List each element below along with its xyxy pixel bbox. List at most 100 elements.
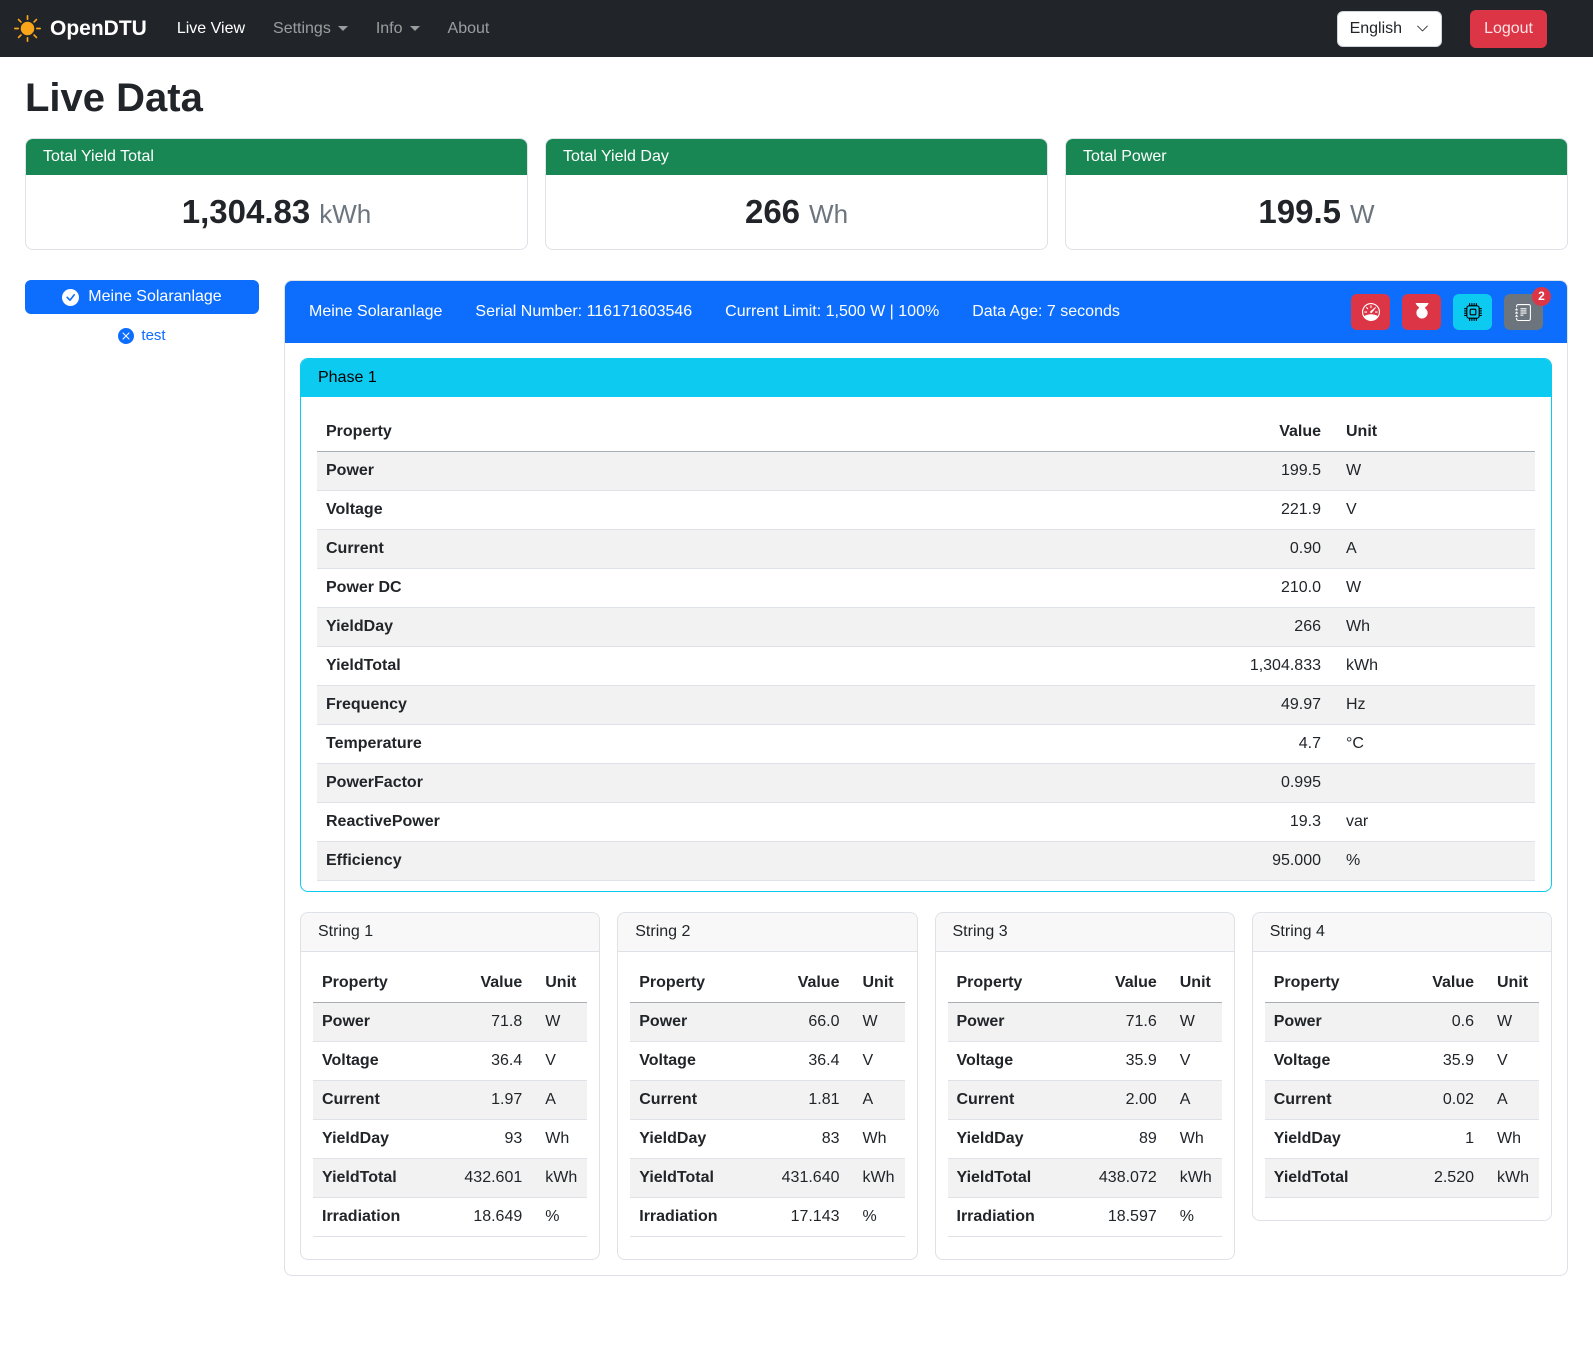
value-cell: 35.9 xyxy=(1070,1042,1166,1081)
inverter-serial: Serial Number: 116171603546 xyxy=(475,303,692,321)
property-cell: Voltage xyxy=(313,1042,435,1081)
brand[interactable]: OpenDTU xyxy=(14,15,147,42)
table-row: YieldDay89Wh xyxy=(948,1120,1222,1159)
unit-cell: V xyxy=(1330,491,1535,530)
unit-cell: A xyxy=(1166,1081,1222,1120)
table-row: YieldTotal438.072kWh xyxy=(948,1159,1222,1198)
property-cell: YieldTotal xyxy=(948,1159,1070,1198)
x-circle-icon xyxy=(118,328,134,344)
nav-live-view[interactable]: Live View xyxy=(163,12,259,46)
value-header: Value xyxy=(1070,964,1166,1003)
value-cell: 18.597 xyxy=(1070,1198,1166,1237)
string-table: Property Value Unit Power71.6W Voltage35… xyxy=(948,964,1222,1237)
card-header: Total Yield Total xyxy=(26,139,527,175)
power-button[interactable] xyxy=(1402,294,1441,330)
table-header-row: Property Value Unit xyxy=(313,964,587,1003)
table-header-row: Property Value Unit xyxy=(948,964,1222,1003)
unit-cell: V xyxy=(531,1042,587,1081)
nav-settings-label: Settings xyxy=(273,20,331,38)
sidebar-item-meine-solaranlage[interactable]: Meine Solaranlage xyxy=(25,280,259,314)
table-row: Temperature4.7°C xyxy=(317,725,1535,764)
value-cell: 89 xyxy=(1070,1120,1166,1159)
property-cell: Frequency xyxy=(317,686,1140,725)
string-card-body: Property Value Unit Power71.6W Voltage35… xyxy=(936,952,1234,1259)
table-row: YieldTotal1,304.833kWh xyxy=(317,647,1535,686)
unit-cell: W xyxy=(1330,569,1535,608)
sun-logo-icon xyxy=(14,15,41,42)
unit-cell: A xyxy=(1483,1081,1539,1120)
sidebar-item-label: Meine Solaranlage xyxy=(88,288,221,306)
unit-header: Unit xyxy=(1483,964,1539,1003)
table-row: ReactivePower19.3var xyxy=(317,803,1535,842)
string-table: Property Value Unit Power66.0W Voltage36… xyxy=(630,964,904,1237)
phase-table: Property Value Unit Power199.5W Voltage2… xyxy=(317,413,1535,881)
event-log-button[interactable]: 2 xyxy=(1504,294,1543,330)
property-cell: Efficiency xyxy=(317,842,1140,881)
unit-cell: % xyxy=(1330,842,1535,881)
sidebar-item-test[interactable]: test xyxy=(25,327,259,344)
value-cell: 36.4 xyxy=(435,1042,531,1081)
inverter-panel: Meine Solaranlage Serial Number: 1161716… xyxy=(284,280,1568,1276)
property-cell: Voltage xyxy=(1265,1042,1398,1081)
table-row: Power66.0W xyxy=(630,1003,904,1042)
unit-header: Unit xyxy=(1166,964,1222,1003)
property-cell: Voltage xyxy=(317,491,1140,530)
unit-header: Unit xyxy=(849,964,905,1003)
total-yield-total-card: Total Yield Total 1,304.83kWh xyxy=(25,138,528,250)
value-cell: 93 xyxy=(435,1120,531,1159)
table-row: YieldDay266Wh xyxy=(317,608,1535,647)
value-cell: 83 xyxy=(752,1120,848,1159)
language-select[interactable]: English xyxy=(1337,11,1442,47)
table-row: Voltage36.4V xyxy=(630,1042,904,1081)
value-cell: 35.9 xyxy=(1397,1042,1483,1081)
unit-cell: Wh xyxy=(1330,608,1535,647)
unit-cell: W xyxy=(1166,1003,1222,1042)
value-cell: 0.90 xyxy=(1140,530,1330,569)
value-cell: 17.143 xyxy=(752,1198,848,1237)
string-card-body: Property Value Unit Power0.6W Voltage35.… xyxy=(1253,952,1551,1220)
value-cell: 2.520 xyxy=(1397,1159,1483,1198)
cpu-icon xyxy=(1464,303,1482,321)
table-row: Efficiency95.000% xyxy=(317,842,1535,881)
string-card-header: String 2 xyxy=(618,913,916,952)
value-cell: 0.995 xyxy=(1140,764,1330,803)
table-row: Voltage36.4V xyxy=(313,1042,587,1081)
value-cell: 71.6 xyxy=(1070,1003,1166,1042)
nav-settings[interactable]: Settings xyxy=(259,12,362,46)
table-row: Power0.6W xyxy=(1265,1003,1539,1042)
string-table: Property Value Unit Power71.8W Voltage36… xyxy=(313,964,587,1237)
property-cell: Voltage xyxy=(630,1042,752,1081)
table-row: Current1.97A xyxy=(313,1081,587,1120)
card-body: 266Wh xyxy=(546,175,1047,249)
table-row: Power199.5W xyxy=(317,452,1535,491)
string-3-card: String 3 Property Value Unit xyxy=(935,912,1235,1260)
property-cell: YieldDay xyxy=(313,1120,435,1159)
value-cell: 266 xyxy=(1140,608,1330,647)
property-cell: Current xyxy=(948,1081,1070,1120)
property-cell: Irradiation xyxy=(630,1198,752,1237)
nav-about[interactable]: About xyxy=(434,12,504,46)
nav-info[interactable]: Info xyxy=(362,12,434,46)
property-cell: Power DC xyxy=(317,569,1140,608)
property-cell: YieldTotal xyxy=(630,1159,752,1198)
table-row: Frequency49.97Hz xyxy=(317,686,1535,725)
unit-cell: W xyxy=(531,1003,587,1042)
table-row: Voltage35.9V xyxy=(948,1042,1222,1081)
table-row: YieldTotal432.601kWh xyxy=(313,1159,587,1198)
unit-cell: V xyxy=(1166,1042,1222,1081)
property-cell: Power xyxy=(1265,1003,1398,1042)
property-cell: Power xyxy=(630,1003,752,1042)
unit-cell: % xyxy=(531,1198,587,1237)
unit-cell: W xyxy=(849,1003,905,1042)
value-cell: 438.072 xyxy=(1070,1159,1166,1198)
table-row: Power71.6W xyxy=(948,1003,1222,1042)
inverter-sidebar: Meine Solaranlage test xyxy=(25,280,259,344)
event-count-badge: 2 xyxy=(1532,287,1551,306)
limit-settings-button[interactable] xyxy=(1351,294,1390,330)
table-row: Current0.02A xyxy=(1265,1081,1539,1120)
logout-button[interactable]: Logout xyxy=(1470,10,1547,48)
device-info-button[interactable] xyxy=(1453,294,1492,330)
property-cell: Current xyxy=(1265,1081,1398,1120)
property-cell: Power xyxy=(948,1003,1070,1042)
property-cell: PowerFactor xyxy=(317,764,1140,803)
